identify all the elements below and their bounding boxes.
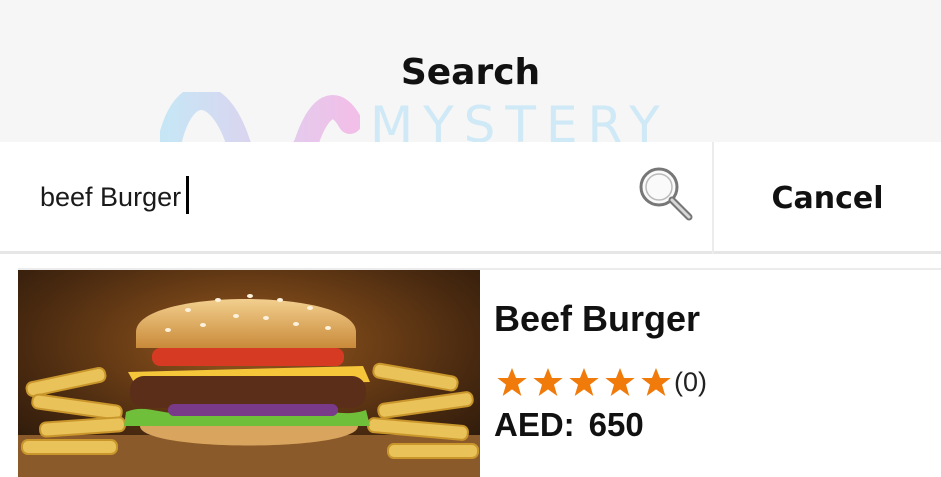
product-name: Beef Burger: [494, 298, 701, 339]
page-title: Search: [400, 52, 541, 93]
rating-count: (0): [674, 366, 707, 397]
text-cursor: [186, 176, 189, 214]
price-label: AED:: [494, 406, 575, 443]
product-image: [18, 270, 480, 477]
rating-stars: (0): [496, 366, 707, 398]
search-result-item[interactable]: Beef Burger (0) AED: 650: [18, 268, 941, 477]
star-icon: [533, 368, 563, 396]
star-icon: [569, 368, 599, 396]
price-value: 650: [588, 406, 644, 443]
search-icon[interactable]: [634, 162, 696, 224]
header-bar: Search: [0, 0, 941, 142]
cancel-button[interactable]: Cancel: [714, 142, 941, 254]
star-icon: [497, 368, 527, 396]
search-input[interactable]: [40, 172, 600, 222]
star-icon: [641, 368, 671, 396]
search-bar: Cancel: [0, 142, 941, 254]
product-price: AED: 650: [494, 406, 644, 444]
star-icon: [605, 368, 635, 396]
